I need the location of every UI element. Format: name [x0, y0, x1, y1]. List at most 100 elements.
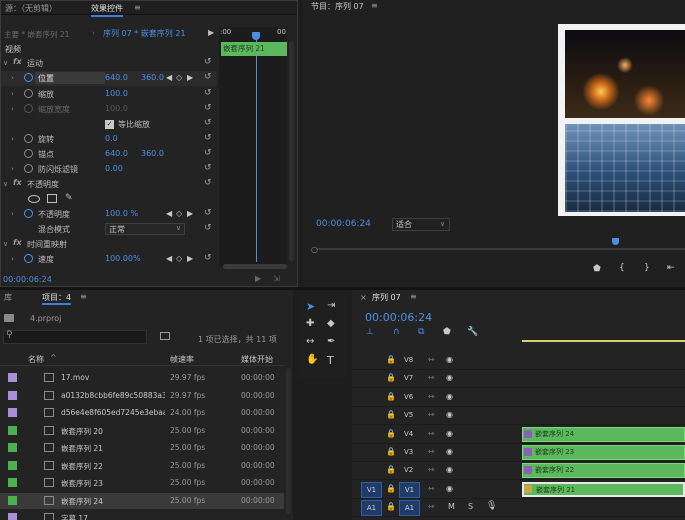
speed-row[interactable]: › 速度 100.00% ◀ ◇ ▶ ↺ [1, 252, 217, 267]
prev-keyframe-icon[interactable]: ◀ [166, 254, 172, 263]
tab-project[interactable]: 项目：4 [42, 292, 72, 305]
anchor-x-value[interactable]: 640.0 [105, 149, 128, 158]
timeline-sequence-tab[interactable]: 序列 07 [372, 292, 401, 303]
list-item[interactable]: 17.mov 29.97 fps 00:00:00 [0, 370, 284, 386]
reset-icon[interactable]: ↺ [204, 148, 212, 158]
position-row[interactable]: › 位置 640.0 360.0 ◀ ◇ ▶ ↺ [1, 71, 217, 86]
anti-flicker-row[interactable]: › 防闪烁滤镜 0.00 ↺ [1, 162, 217, 177]
track-name[interactable]: V6 [404, 393, 413, 401]
reset-icon[interactable]: ↺ [204, 88, 212, 98]
timeline-clip[interactable]: 嵌套序列 21 [522, 481, 685, 497]
panel-menu-icon[interactable]: ≡ [410, 292, 417, 301]
stopwatch-icon[interactable] [24, 89, 33, 98]
selection-tool-icon[interactable]: ➤ [306, 300, 315, 313]
vertical-scrollbar[interactable] [286, 368, 291, 514]
chevron-right-icon[interactable]: › [11, 255, 14, 263]
position-x-value[interactable]: 640.0 [105, 73, 128, 82]
eye-icon[interactable]: ◉ [446, 447, 453, 456]
program-playhead[interactable] [612, 238, 619, 245]
timeline-clip[interactable]: 嵌套序列 24 [522, 426, 685, 442]
tab-effect-controls[interactable]: 效果控件 [91, 3, 123, 17]
uniform-scale-checkbox[interactable]: ✓ [105, 120, 114, 129]
eye-icon[interactable]: ◉ [446, 392, 453, 401]
anchor-row[interactable]: 锚点 640.0 360.0 ↺ [1, 147, 217, 162]
stopwatch-icon[interactable] [24, 149, 33, 158]
reset-icon[interactable]: ↺ [204, 208, 212, 218]
slip-tool-icon[interactable]: ↔ [306, 336, 314, 347]
close-icon[interactable]: × [360, 293, 367, 302]
track-name[interactable]: V2 [404, 466, 413, 474]
lock-icon[interactable]: 🔒 [386, 465, 396, 474]
timeline-clip[interactable]: 嵌套序列 22 [522, 463, 685, 479]
reset-icon[interactable]: ↺ [204, 118, 212, 128]
tab-source[interactable]: 源：（无剪辑） [5, 3, 57, 14]
eye-icon[interactable]: ◉ [446, 429, 453, 438]
column-name[interactable]: 名称 [28, 354, 44, 365]
list-item[interactable]: a0132b8cbb6fe89c50883a3 29.97 fps 00:00:… [0, 388, 284, 404]
zoom-handle-icon[interactable]: ○ [311, 245, 318, 254]
go-to-in-icon[interactable]: ⇤ [667, 263, 675, 273]
sync-lock-icon[interactable]: ⇿ [428, 429, 435, 438]
chevron-down-icon[interactable]: ∨ [3, 59, 8, 67]
tab-library[interactable]: 库 [4, 292, 12, 303]
mark-in-icon[interactable]: { [619, 263, 625, 273]
reset-icon[interactable]: ↺ [204, 253, 212, 263]
pen-mask-icon[interactable]: ✎ [65, 193, 73, 203]
lock-icon[interactable]: 🔒 [386, 355, 396, 364]
next-keyframe-icon[interactable]: ▶ [187, 254, 193, 263]
stopwatch-icon[interactable] [24, 209, 33, 218]
label-color-swatch[interactable] [8, 443, 17, 452]
sequence-clip-label[interactable]: 序列 07 * 嵌套序列 21 [103, 28, 186, 39]
opacity-value[interactable]: 100.0 % [105, 209, 138, 218]
opacity-row[interactable]: › 不透明度 100.0 % ◀ ◇ ▶ ↺ [1, 207, 217, 222]
motion-effect-row[interactable]: ∨ fx 运动 ↺ [1, 56, 217, 71]
chevron-right-icon[interactable]: › [11, 135, 14, 143]
effect-timeline-area[interactable] [219, 27, 287, 267]
reset-icon[interactable]: ↺ [204, 103, 212, 113]
stopwatch-icon[interactable] [24, 254, 33, 263]
program-timecode[interactable]: 00:00:06:24 [316, 219, 371, 229]
sync-lock-icon[interactable]: ⇿ [428, 502, 435, 511]
lock-icon[interactable]: 🔒 [386, 447, 396, 456]
type-tool-icon[interactable]: T [327, 354, 334, 367]
ellipse-mask-icon[interactable] [28, 195, 40, 203]
list-item[interactable]: 嵌套序列 24 25.00 fps 00:00:00 [0, 492, 284, 509]
track-select-tool-icon[interactable]: ⇥ [327, 300, 335, 311]
reset-icon[interactable]: ↺ [204, 57, 212, 67]
sync-lock-icon[interactable]: ⇿ [428, 392, 435, 401]
list-item[interactable]: 字幕 17 [0, 510, 284, 520]
list-item[interactable]: d56e4e8f605ed7245e3ebaa 24.00 fps 00:00:… [0, 405, 284, 421]
prev-keyframe-icon[interactable]: ◀ [166, 209, 172, 218]
source-patch-button[interactable]: A1 [361, 500, 382, 517]
chevron-right-icon[interactable]: › [11, 90, 14, 98]
reset-icon[interactable]: ↺ [204, 72, 212, 82]
chevron-right-icon[interactable]: › [11, 165, 14, 173]
mute-button[interactable]: M [448, 502, 455, 511]
stopwatch-icon[interactable] [24, 73, 33, 82]
lock-icon[interactable]: 🔒 [386, 392, 396, 401]
sync-lock-icon[interactable]: ⇿ [428, 465, 435, 474]
list-item[interactable]: 嵌套序列 23 25.00 fps 00:00:00 [0, 475, 284, 491]
track-name[interactable]: V3 [404, 448, 413, 456]
label-color-swatch[interactable] [8, 425, 17, 435]
column-media-start[interactable]: 媒体开始 [241, 354, 273, 365]
label-color-swatch[interactable] [8, 373, 17, 382]
program-scrub-bar[interactable] [316, 248, 685, 250]
eye-icon[interactable]: ◉ [446, 355, 453, 364]
search-input[interactable] [3, 330, 147, 344]
play-icon[interactable]: ▶ [208, 28, 214, 37]
prev-keyframe-icon[interactable]: ◀ [166, 73, 172, 82]
reset-icon[interactable]: ↺ [204, 223, 212, 233]
linked-selection-icon[interactable]: ⧉ [418, 327, 424, 337]
lock-icon[interactable]: 🔒 [386, 373, 396, 382]
scale-row[interactable]: › 缩放 100.0 ↺ [1, 87, 217, 102]
label-color-swatch[interactable] [8, 408, 17, 417]
sync-lock-icon[interactable]: ⇿ [428, 447, 435, 456]
chevron-right-icon[interactable]: › [11, 210, 14, 218]
add-keyframe-icon[interactable]: ◇ [176, 209, 182, 218]
play-only-audio-icon[interactable]: ▶ [255, 274, 261, 283]
label-color-swatch[interactable] [8, 390, 17, 400]
add-marker-icon[interactable]: ⬟ [593, 264, 601, 274]
label-color-swatch[interactable] [8, 513, 17, 520]
effect-timeline-scrollbar[interactable] [223, 264, 287, 269]
